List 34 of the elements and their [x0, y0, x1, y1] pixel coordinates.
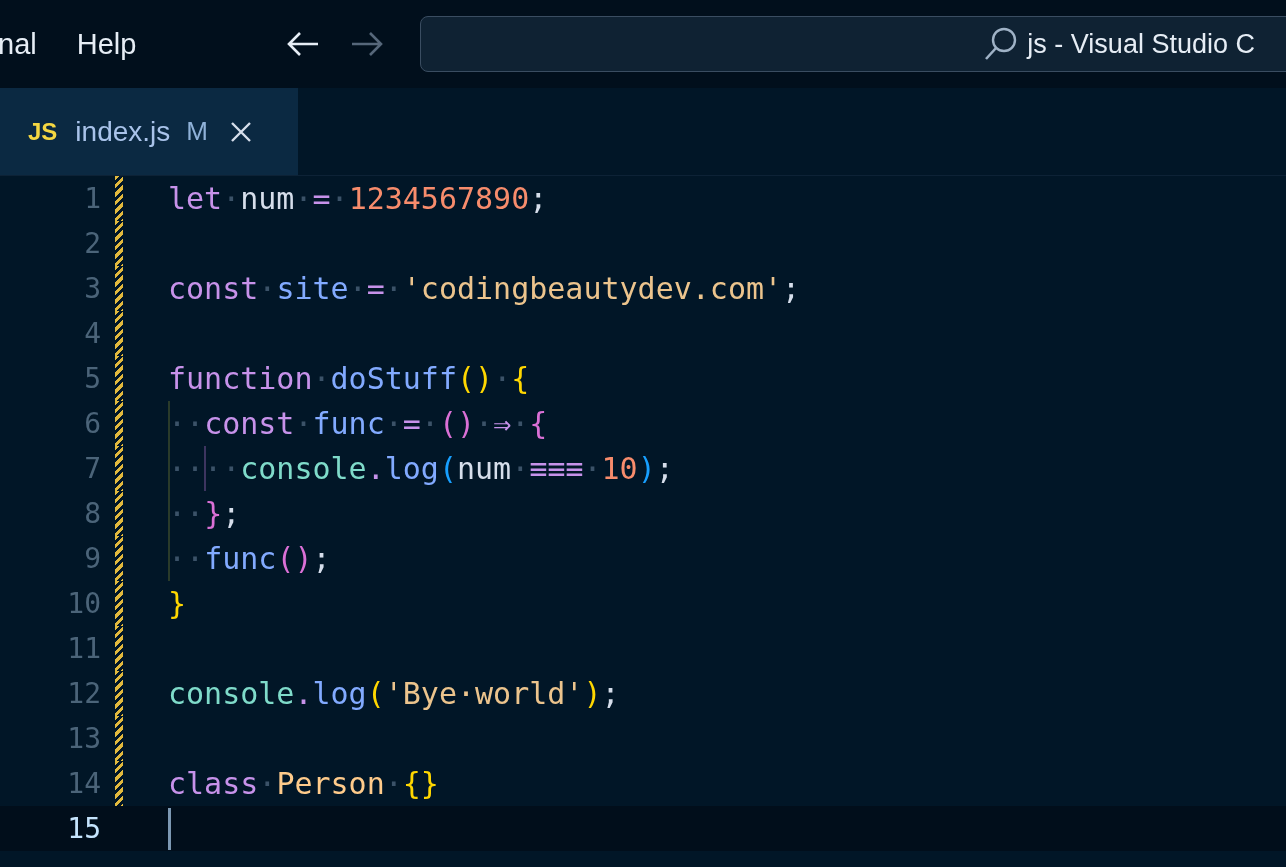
- code-line: function·doStuff()·{: [168, 361, 530, 396]
- line-number: 3: [83, 272, 101, 305]
- code-line: console.log('Bye·world');: [168, 676, 620, 711]
- code-line: let·num·=·1234567890;: [168, 181, 548, 216]
- tab-label: index.js: [75, 115, 171, 148]
- line-number: 2: [83, 227, 101, 260]
- line-number: 11: [66, 632, 101, 665]
- line-number: 13: [66, 722, 101, 755]
- line-number: 15: [66, 812, 101, 845]
- code-line: class·Person·{}: [168, 766, 439, 801]
- js-file-icon: JS: [28, 117, 58, 146]
- modified-status: M: [186, 116, 208, 147]
- line-number: 7: [83, 452, 101, 485]
- code-line: const·site·=·'codingbeautydev.com';: [168, 271, 801, 306]
- menu-item[interactable]: Help: [76, 27, 137, 61]
- code-line: ··func();: [168, 541, 331, 576]
- file-tab[interactable]: JS index.js M: [0, 88, 298, 175]
- command-search-field[interactable]: js - Visual Studio C: [420, 16, 1286, 72]
- line-number: 9: [83, 542, 101, 575]
- menu-item[interactable]: nal: [0, 27, 37, 61]
- line-number: 12: [66, 677, 101, 710]
- line-number: 14: [66, 767, 101, 800]
- code-line: ··};: [168, 496, 241, 531]
- line-number: 6: [83, 407, 101, 440]
- back-arrow-icon[interactable]: [286, 30, 321, 58]
- text-cursor: [168, 807, 171, 850]
- line-number: 1: [83, 182, 101, 215]
- code-line: }: [168, 586, 187, 621]
- close-icon[interactable]: [229, 120, 252, 143]
- line-number: 4: [83, 317, 101, 350]
- code-line: ··const·func·=·()·⇒·{: [168, 406, 548, 441]
- line-number: 5: [83, 362, 101, 395]
- line-number: 8: [83, 497, 101, 530]
- line-number: 10: [66, 587, 101, 620]
